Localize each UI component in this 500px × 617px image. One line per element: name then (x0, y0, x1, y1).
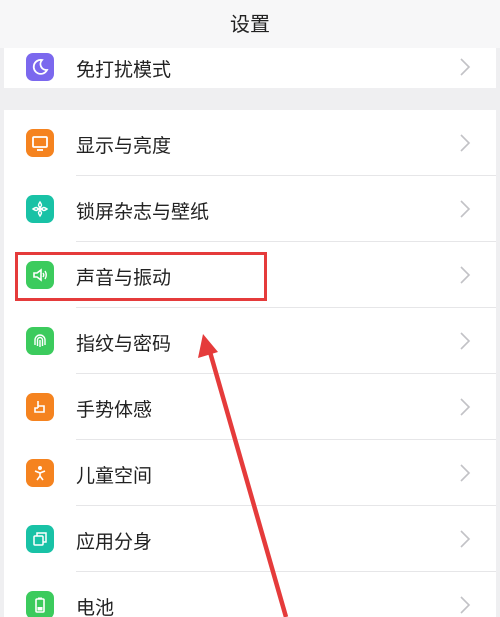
monitor-icon (26, 129, 54, 157)
settings-item-label: 锁屏杂志与壁纸 (76, 201, 210, 223)
child-icon (26, 459, 54, 487)
chevron-right-icon (460, 266, 471, 284)
settings-item-do-not-disturb[interactable]: 免打扰模式 (4, 34, 496, 100)
chevron-right-icon (460, 58, 471, 76)
chevron-right-icon (460, 596, 471, 614)
chevron-right-icon (460, 332, 471, 350)
hand-gesture-icon (26, 393, 54, 421)
settings-item-gestures[interactable]: 手势体感 (4, 374, 496, 440)
moon-icon (26, 53, 54, 81)
settings-item-label: 显示与亮度 (76, 135, 172, 157)
settings-item-label: 手势体感 (76, 399, 153, 421)
flower-icon (26, 195, 54, 223)
app-clone-icon (26, 525, 54, 553)
settings-item-app-clone[interactable]: 应用分身 (4, 506, 496, 572)
battery-icon (26, 591, 54, 617)
settings-item-label: 电池 (76, 597, 115, 617)
settings-item-label: 指纹与密码 (76, 333, 172, 355)
settings-group-top: 免打扰模式 (4, 48, 496, 88)
settings-item-lock-screen[interactable]: 锁屏杂志与壁纸 (4, 176, 496, 242)
chevron-right-icon (460, 464, 471, 482)
fingerprint-icon (26, 327, 54, 355)
chevron-right-icon (460, 134, 471, 152)
chevron-right-icon (460, 398, 471, 416)
settings-item-display[interactable]: 显示与亮度 (4, 110, 496, 176)
chevron-right-icon (460, 530, 471, 548)
settings-item-label: 应用分身 (76, 531, 153, 553)
settings-item-label: 免打扰模式 (76, 59, 172, 81)
highlight-box (15, 252, 267, 301)
settings-group-main: 显示与亮度 锁屏杂志与壁纸 声音与振动 指纹与密码 手势体感 儿童空间 应用分身… (4, 110, 496, 617)
chevron-right-icon (460, 200, 471, 218)
settings-item-fingerprint[interactable]: 指纹与密码 (4, 308, 496, 374)
settings-item-kids-space[interactable]: 儿童空间 (4, 440, 496, 506)
settings-item-battery[interactable]: 电池 (4, 572, 496, 617)
settings-item-label: 儿童空间 (76, 465, 153, 487)
